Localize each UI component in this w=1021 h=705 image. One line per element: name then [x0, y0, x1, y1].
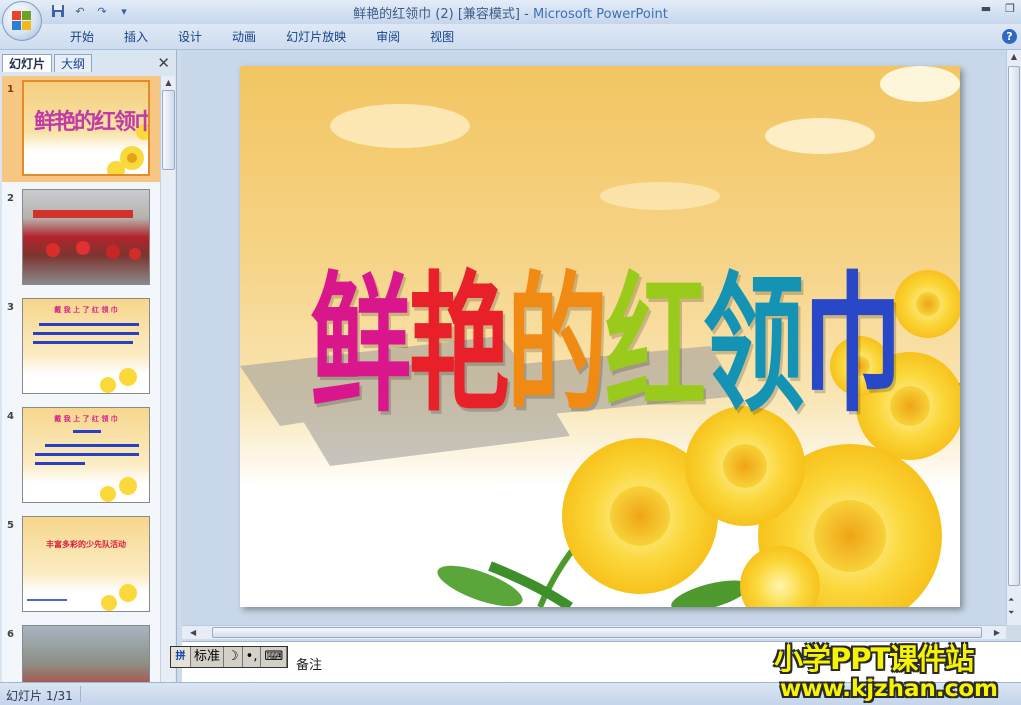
- ime-toolbar[interactable]: 拼 标准 ☽ •, ⌨: [170, 646, 289, 668]
- thumbnail-image: [22, 189, 150, 285]
- slide-indicator: 幻灯片 1/31: [6, 689, 73, 703]
- window-controls: ▬ ❐: [981, 2, 1015, 15]
- slide-vertical-scrollbar[interactable]: ▲ ⏶ ⏷: [1006, 50, 1021, 625]
- slides-pane: 幻灯片 大纲 ✕ 1 鲜艳的红领巾 2 3 戴 我 上 了 红 领 巾 4 戴 …: [0, 50, 177, 682]
- document-title: 鲜艳的红领巾 (2) [兼容模式]: [353, 7, 520, 22]
- ime-punctuation-icon[interactable]: •,: [243, 647, 262, 667]
- restore-icon[interactable]: ❐: [1005, 2, 1015, 15]
- thumbnail-slide-4[interactable]: 4 戴 我 上 了 红 领 巾: [2, 403, 160, 509]
- tab-home[interactable]: 开始: [58, 28, 106, 46]
- slide-title-char: 红: [604, 256, 706, 433]
- title-separator: -: [519, 7, 533, 22]
- watermark-url: www.kjzhan.com: [780, 676, 998, 702]
- thumbnail-number: 6: [7, 629, 14, 640]
- scroll-left-icon[interactable]: ◀: [190, 626, 196, 639]
- thumbnail-slide-5[interactable]: 5 丰富多彩的少先队活动: [2, 512, 160, 618]
- thumbnail-scrollbar[interactable]: ▲: [160, 76, 175, 682]
- tab-slideshow[interactable]: 幻灯片放映: [274, 28, 358, 46]
- office-logo-icon: [12, 11, 32, 31]
- thumbnail-slide-1[interactable]: 1 鲜艳的红领巾: [2, 76, 160, 182]
- slide-title-char: 巾: [801, 256, 902, 433]
- thumbnail-image: 戴 我 上 了 红 领 巾: [22, 407, 150, 503]
- tab-slides[interactable]: 幻灯片: [2, 54, 53, 72]
- scroll-up-icon[interactable]: ▲: [1007, 50, 1021, 64]
- thumbnail-title: 鲜艳的红领巾: [34, 109, 150, 135]
- sunflower-thumb-art: [27, 584, 137, 611]
- slide-title-char: 的: [506, 256, 608, 433]
- text-lines-thumb-art: [33, 323, 139, 393]
- tab-outline[interactable]: 大纲: [54, 54, 93, 72]
- ribbon-tabs: 开始 插入 设计 动画 幻灯片放映 审阅 视图: [58, 28, 472, 46]
- slide-editor: 鲜艳的红领巾: [182, 50, 1006, 625]
- thumbnail-image: 戴 我 上 了 红 领 巾: [22, 298, 150, 394]
- slide-title-char: 艳: [408, 256, 509, 433]
- previous-slide-icon[interactable]: ⏶: [1008, 595, 1014, 605]
- status-divider: [80, 686, 81, 702]
- thumbnail-list[interactable]: 1 鲜艳的红领巾 2 3 戴 我 上 了 红 领 巾 4 戴 我 上 了 红 领…: [2, 76, 160, 682]
- help-icon[interactable]: ?: [1002, 29, 1017, 44]
- thumbnail-slide-2[interactable]: 2: [2, 185, 160, 291]
- ime-fullwidth-icon[interactable]: ☽: [224, 647, 243, 667]
- watermark: 小学PPT课件站 www.kjzhan.com: [774, 636, 1004, 702]
- ime-mode[interactable]: 标准: [191, 647, 225, 667]
- slide-title-char: 领: [703, 256, 804, 433]
- thumbnail-number: 4: [7, 411, 14, 422]
- thumbnail-number: 5: [7, 520, 14, 531]
- thumbnail-number: 3: [7, 302, 14, 313]
- thumbnail-image: 丰富多彩的少先队活动: [22, 516, 150, 612]
- window-title: 鲜艳的红领巾 (2) [兼容模式] - Microsoft PowerPoint: [0, 3, 1021, 22]
- thumbnail-number: 1: [7, 84, 14, 95]
- slide-canvas[interactable]: 鲜艳的红领巾: [240, 66, 960, 607]
- app-name: Microsoft PowerPoint: [532, 7, 668, 22]
- notes-placeholder: 备注: [296, 658, 323, 673]
- pane-tabs: 幻灯片 大纲 ✕: [2, 52, 174, 72]
- office-button[interactable]: [2, 1, 42, 41]
- close-icon[interactable]: ✕: [157, 54, 170, 72]
- scroll-up-icon[interactable]: ▲: [161, 76, 176, 90]
- photo-thumb-art: [33, 210, 141, 260]
- ribbon: 开始 插入 设计 动画 幻灯片放映 审阅 视图 ?: [0, 24, 1021, 50]
- tab-view[interactable]: 视图: [418, 28, 466, 46]
- thumbnail-slide-6[interactable]: 6: [2, 621, 160, 682]
- slide-title-char: 鲜: [310, 256, 411, 433]
- next-slide-icon[interactable]: ⏷: [1008, 608, 1014, 618]
- thumbnail-slide-3[interactable]: 3 戴 我 上 了 红 领 巾: [2, 294, 160, 400]
- scroll-thumb[interactable]: [162, 90, 175, 170]
- watermark-title: 小学PPT课件站: [774, 642, 974, 676]
- text-lines-thumb-art: [35, 430, 139, 502]
- minimize-icon[interactable]: ▬: [981, 2, 991, 15]
- scroll-thumb[interactable]: [1008, 66, 1020, 586]
- tab-design[interactable]: 设计: [166, 28, 214, 46]
- ime-keyboard-icon[interactable]: ⌨: [261, 647, 288, 667]
- slide-title[interactable]: 鲜艳的红领巾: [310, 224, 903, 440]
- ime-logo-icon[interactable]: 拼: [171, 647, 191, 667]
- thumbnail-image: 鲜艳的红领巾: [22, 80, 150, 176]
- title-bar: ↶ ↷ ▾ 鲜艳的红领巾 (2) [兼容模式] - Microsoft Powe…: [0, 0, 1021, 24]
- tab-animations[interactable]: 动画: [220, 28, 268, 46]
- thumbnail-image: [22, 625, 150, 682]
- thumbnail-number: 2: [7, 193, 14, 204]
- tab-review[interactable]: 审阅: [364, 28, 412, 46]
- tab-insert[interactable]: 插入: [112, 28, 160, 46]
